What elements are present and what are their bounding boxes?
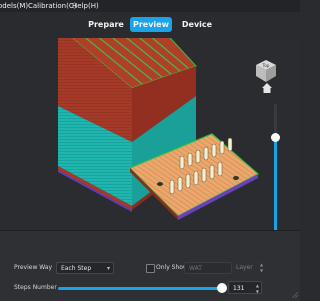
chevron-down-icon: ▾ bbox=[106, 265, 110, 272]
only-show-value: WAT bbox=[189, 265, 202, 272]
steps-number-input[interactable]: 131 ▲ ▼ bbox=[228, 281, 262, 294]
only-show-checkbox[interactable] bbox=[146, 264, 155, 273]
steps-slider-handle[interactable] bbox=[217, 283, 227, 293]
tab-preview[interactable]: Preview bbox=[130, 17, 172, 32]
only-show-field: WAT bbox=[184, 262, 232, 274]
menu-help[interactable]: Help(H) bbox=[72, 0, 99, 12]
home-icon[interactable] bbox=[261, 82, 273, 94]
preview-way-value: Each Step bbox=[61, 265, 92, 272]
steps-number-label: Steps Number bbox=[14, 284, 57, 291]
menu-models[interactable]: odels(M) bbox=[0, 0, 28, 12]
view-cube: Top bbox=[256, 60, 276, 82]
sliced-model-render: Top bbox=[58, 38, 276, 220]
layer-label: Layer bbox=[236, 264, 253, 271]
tab-device[interactable]: Device bbox=[178, 17, 216, 32]
menu-calibration[interactable]: Calibration(C) bbox=[28, 0, 76, 12]
resize-grip-icon[interactable] bbox=[292, 292, 298, 298]
tab-prepare[interactable]: Prepare bbox=[86, 17, 126, 32]
layer-spin-up-icon: ▲ bbox=[260, 262, 264, 267]
layer-slider-handle[interactable] bbox=[271, 133, 280, 142]
view-cube-label: Top bbox=[262, 63, 270, 68]
preview-viewport[interactable]: Top bbox=[0, 38, 300, 278]
preview-control-panel: Preview Way Each Step ▾ Only Show WAT La… bbox=[0, 230, 300, 301]
layer-spin-down-icon: ▼ bbox=[260, 268, 264, 273]
steps-spin-down-icon[interactable]: ▼ bbox=[256, 285, 259, 298]
menu-bar: odels(M) Calibration(C) Help(H) bbox=[0, 0, 300, 12]
mode-tab-bar: Prepare Preview Device bbox=[0, 12, 300, 39]
preview-way-select[interactable]: Each Step ▾ bbox=[56, 262, 114, 274]
preview-way-label: Preview Way bbox=[14, 264, 53, 271]
steps-slider-track[interactable] bbox=[58, 287, 222, 290]
steps-number-value: 131 bbox=[233, 285, 245, 292]
